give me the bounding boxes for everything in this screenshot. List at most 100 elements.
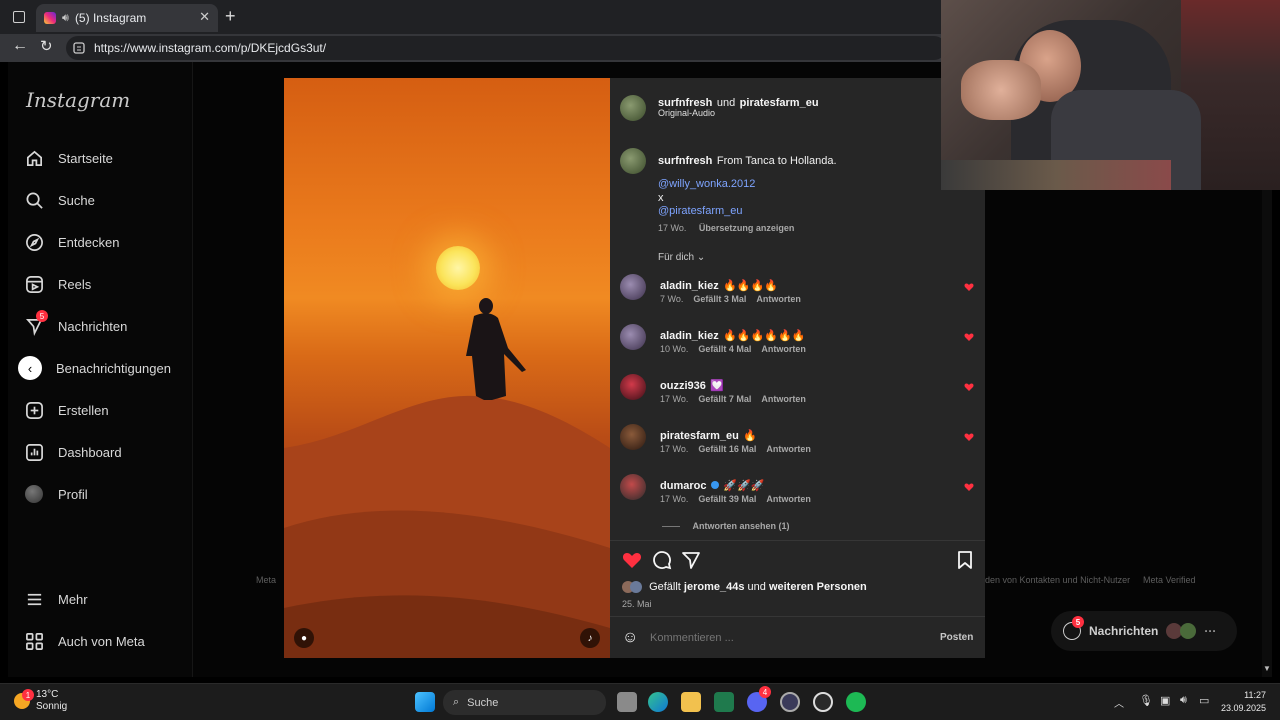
post-date[interactable]: 25. Mai [622, 599, 652, 609]
caption-x: x [658, 192, 664, 204]
sidebar-item-dashboard[interactable]: Dashboard [24, 438, 122, 466]
sidebar-item-home[interactable]: Startseite [24, 144, 113, 172]
comment-likes[interactable]: Gefällt 39 Mal [698, 494, 756, 504]
file-explorer-icon[interactable] [681, 692, 701, 712]
url-field[interactable]: https://www.instagram.com/p/DKEjcdGs3ut/ [66, 36, 946, 60]
translate-button[interactable]: Übersetzung anzeigen [699, 223, 795, 233]
liked-user[interactable]: jerome_44s [684, 581, 745, 593]
caption-user[interactable]: surfnfresh [658, 155, 712, 167]
liked-others-link[interactable]: weiteren Personen [769, 581, 867, 593]
avatar[interactable] [620, 374, 646, 400]
footer-link-contacts[interactable]: den von Kontakten und Nicht-Nutzer [985, 575, 1130, 585]
mention-link[interactable]: @piratesfarm_eu [658, 205, 743, 217]
volume-icon[interactable]: 🔊︎ [1180, 694, 1187, 707]
share-icon[interactable] [681, 550, 701, 570]
post-image[interactable]: ● ♪ [284, 78, 610, 658]
spotify-icon[interactable] [846, 692, 866, 712]
avatar [630, 581, 642, 594]
scroll-down-icon[interactable]: ▼ [1263, 664, 1271, 673]
post-comment-button[interactable]: Posten [940, 632, 973, 643]
comment-like-heart-icon[interactable] [964, 432, 974, 442]
comment-user[interactable]: ouzzi936 [660, 380, 706, 392]
reply-button[interactable]: Antworten [766, 444, 811, 454]
audio-label[interactable]: Original-Audio [658, 108, 715, 118]
battery-icon[interactable]: ▭ [1199, 694, 1209, 707]
reply-button[interactable]: Antworten [766, 494, 811, 504]
comment-user[interactable]: aladin_kiez [660, 280, 719, 292]
reload-icon[interactable]: ↻ [40, 37, 53, 55]
weather-widget[interactable]: 1 13°C Sonnig [14, 689, 67, 713]
sidebar-item-search[interactable]: Suche [24, 186, 95, 214]
caption: surfnfresh From Tanca to Hollanda. [658, 151, 837, 169]
footer-meta-link[interactable]: Meta [256, 575, 276, 585]
comment-like-heart-icon[interactable] [964, 382, 974, 392]
comment-like-heart-icon[interactable] [964, 332, 974, 342]
comment-likes[interactable]: Gefällt 7 Mal [698, 394, 751, 404]
edge-browser-icon[interactable] [648, 692, 668, 712]
sidebar-item-more[interactable]: Mehr [24, 585, 88, 613]
app-icon[interactable] [780, 692, 800, 712]
close-tab-icon[interactable]: ✕ [199, 9, 210, 25]
mention-link[interactable]: @willy_wonka.2012 [658, 178, 755, 190]
site-info-icon[interactable] [72, 41, 86, 55]
reply-button[interactable]: Antworten [761, 344, 806, 354]
avatar[interactable] [620, 148, 646, 174]
comment-likes[interactable]: Gefällt 3 Mal [693, 294, 746, 304]
avatar[interactable] [620, 474, 646, 500]
microphone-icon[interactable]: 🎙︎ [1139, 694, 1153, 707]
sidebar-item-explore[interactable]: Entdecken [24, 228, 119, 256]
messages-pill[interactable]: 5 Nachrichten ··· [1051, 611, 1237, 651]
sidebar-item-notifications[interactable]: ‹ Benachrichtigungen [18, 354, 171, 382]
like-heart-icon[interactable] [622, 551, 642, 569]
avatar[interactable] [620, 95, 646, 121]
bookmark-icon[interactable] [956, 550, 974, 570]
sidebar-item-also-from-meta[interactable]: Auch von Meta [24, 627, 145, 655]
sidebar-item-messages[interactable]: 5 Nachrichten [24, 310, 127, 340]
weather-sun-icon: 1 [14, 689, 34, 709]
comment-text: 💟 [710, 380, 725, 392]
sidebar-item-reels[interactable]: Reels [24, 270, 91, 298]
sidebar-item-label: Reels [58, 276, 92, 292]
avatar[interactable] [620, 324, 646, 350]
reply-button[interactable]: Antworten [756, 294, 801, 304]
comment-likes[interactable]: Gefällt 16 Mal [698, 444, 756, 454]
tab-actions-icon[interactable] [13, 11, 25, 23]
new-tab-icon[interactable]: + [225, 6, 236, 27]
comment-user[interactable]: piratesfarm_eu [660, 430, 739, 442]
speaker-icon[interactable]: 🔊︎ [62, 12, 69, 25]
avatar[interactable] [620, 274, 646, 300]
avatar[interactable] [620, 424, 646, 450]
collapse-chevron-icon[interactable]: ‹ [18, 356, 42, 380]
windows-start-icon[interactable] [415, 692, 435, 712]
system-clock[interactable]: 11:27 23.09.2025 [1221, 689, 1266, 715]
comment-likes[interactable]: Gefällt 4 Mal [698, 344, 751, 354]
taskbar-search[interactable]: ⌕ Suche [443, 690, 606, 715]
sidebar-item-create[interactable]: Erstellen [24, 396, 109, 424]
chatgpt-icon[interactable] [813, 692, 833, 712]
back-icon[interactable]: ← [12, 37, 28, 55]
excel-icon[interactable] [714, 692, 734, 712]
show-hidden-icons-chevron-icon[interactable]: ︿ [1114, 695, 1124, 710]
header-user2[interactable]: piratesfarm_eu [740, 97, 819, 109]
comment-user[interactable]: aladin_kiez [660, 330, 719, 342]
footer-link-meta-verified[interactable]: Meta Verified [1143, 575, 1196, 585]
view-replies-button[interactable]: Antworten ansehen (1) [662, 521, 790, 531]
tagged-user-icon[interactable]: ● [294, 628, 314, 648]
comment-user[interactable]: dumaroc [660, 480, 706, 492]
discord-icon[interactable]: 4 [747, 686, 771, 712]
likes-summary: Gefällt jerome_44s und weiteren Personen [622, 581, 867, 594]
task-view-icon[interactable] [617, 692, 637, 712]
comment-like-heart-icon[interactable] [964, 282, 974, 292]
for-you-dropdown[interactable]: Für dich ⌄ [658, 252, 705, 263]
instagram-logo[interactable]: Instagram [26, 88, 130, 112]
comment-input[interactable] [650, 629, 910, 647]
desk-shape [941, 160, 1171, 190]
mute-icon[interactable]: ♪ [580, 628, 600, 648]
comment-icon[interactable] [652, 550, 672, 570]
comment-like-heart-icon[interactable] [964, 482, 974, 492]
network-icon[interactable]: ▣ [1160, 694, 1170, 707]
reply-button[interactable]: Antworten [761, 394, 806, 404]
sidebar-item-profile[interactable]: Profil [24, 480, 88, 508]
emoji-icon[interactable]: ☺ [622, 629, 638, 647]
browser-tab[interactable]: 🔊︎ (5) Instagram ✕ [36, 4, 218, 32]
